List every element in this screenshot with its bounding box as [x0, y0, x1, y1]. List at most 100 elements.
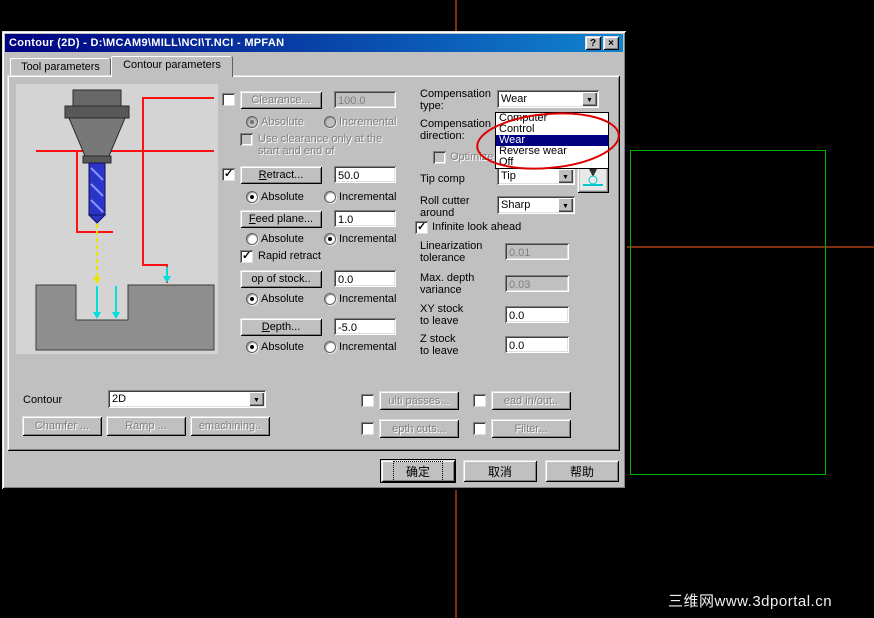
retract-button[interactable]: Retract... [240, 166, 322, 184]
linearization-label-1: Linearization [420, 241, 482, 252]
contour-parameters-dialog: Contour (2D) - D:\MCAM9\MILL\NCI\T.NCI -… [2, 31, 626, 489]
max-depth-label-2: variance [420, 285, 462, 296]
depth-absolute-label: Absolute [261, 342, 304, 353]
rapid-retract-label: Rapid retract [258, 251, 321, 262]
watermark: 三维网www.3dportal.cn [668, 590, 832, 611]
depth-incremental-label: Incremental [339, 342, 396, 353]
top-of-stock-absolute-label: Absolute [261, 294, 304, 305]
roll-cutter-label-1: Roll cutter [420, 196, 470, 207]
lead-in-out-checkbox[interactable] [473, 394, 486, 407]
optimize-checkbox [433, 151, 446, 164]
tip-comp-dropdown[interactable]: Tip [497, 167, 575, 185]
lead-in-out-button: ead in/out.. [491, 391, 571, 410]
infinite-look-ahead-checkbox[interactable] [415, 221, 428, 234]
roll-cutter-label-2: around [420, 208, 454, 219]
comp-type-value: Wear [501, 93, 527, 105]
filter-checkbox[interactable] [473, 422, 486, 435]
top-of-stock-incremental-radio[interactable] [324, 293, 336, 305]
comp-direction-label-2: direction: [420, 131, 465, 142]
cad-viewport: 三维网www.3dportal.cn Contour (2D) - D:\MCA… [0, 0, 874, 618]
clearance-checkbox[interactable] [222, 93, 235, 106]
use-clearance-label-2: start and end of [258, 146, 334, 157]
help-button-bottom[interactable]: 帮助 [545, 460, 619, 482]
comp-type-arrow-button[interactable] [582, 92, 597, 106]
use-clearance-checkbox [240, 133, 253, 146]
feed-plane-field[interactable] [334, 210, 396, 227]
linearization-label-2: tolerance [420, 253, 465, 264]
feed-plane-incremental-radio[interactable] [324, 233, 336, 245]
top-of-stock-incremental-label: Incremental [339, 294, 396, 305]
depth-field[interactable] [334, 318, 396, 335]
xy-stock-field[interactable] [505, 306, 569, 323]
remachining-button: emachining.. [190, 416, 270, 436]
chevron-down-icon [586, 93, 593, 105]
clearance-incremental-label: Incremental [339, 117, 396, 128]
chevron-down-icon [253, 393, 260, 405]
retract-incremental-label: Incremental [339, 192, 396, 203]
ok-button[interactable]: 确定 [381, 460, 455, 482]
optimize-label: Optimize [450, 152, 493, 163]
comp-type-dropdown[interactable]: Wear [497, 90, 599, 108]
geometry-rectangle [630, 150, 826, 475]
z-stock-field[interactable] [505, 336, 569, 353]
tip-comp-label: Tip comp [420, 174, 465, 185]
rapid-retract-checkbox[interactable] [240, 250, 253, 263]
z-stock-label-1: Z stock [420, 334, 455, 345]
contour-type-dropdown[interactable]: 2D [108, 390, 266, 408]
clearance-button: Clearance... [240, 91, 322, 109]
toolpath-preview [16, 84, 218, 354]
retract-checkbox[interactable] [222, 168, 235, 181]
roll-cutter-dropdown[interactable]: Sharp [497, 196, 575, 214]
max-depth-field [505, 275, 569, 292]
clearance-field [334, 91, 396, 108]
retract-incremental-radio[interactable] [324, 191, 336, 203]
contour-label: Contour [23, 395, 62, 406]
comp-type-label-1: Compensation [420, 89, 491, 100]
chevron-down-icon [562, 170, 569, 182]
comp-type-dropdown-list: Computer Control Wear Reverse wear Off [495, 112, 609, 169]
top-of-stock-field[interactable] [334, 270, 396, 287]
chevron-down-icon [562, 199, 569, 211]
feed-plane-absolute-radio[interactable] [246, 233, 258, 245]
chamfer-button: Chamfer ... [22, 416, 102, 436]
retract-field[interactable] [334, 166, 396, 183]
comp-direction-label-1: Compensation [420, 119, 491, 130]
ramp-button: Ramp ... [106, 416, 186, 436]
feed-plane-incremental-label: Incremental [339, 234, 396, 245]
filter-button: Filter... [491, 419, 571, 438]
depth-cuts-button: epth cuts... [379, 419, 459, 438]
depth-absolute-radio[interactable] [246, 341, 258, 353]
clearance-absolute-radio [246, 116, 258, 128]
tip-comp-value: Tip [501, 170, 516, 182]
max-depth-label-1: Max. depth [420, 273, 474, 284]
dropdown-option-off[interactable]: Off [496, 157, 608, 168]
top-of-stock-button[interactable]: op of stock.. [240, 270, 322, 288]
retract-absolute-radio[interactable] [246, 191, 258, 203]
tool [89, 163, 105, 223]
feed-plane-absolute-label: Absolute [261, 234, 304, 245]
feed-plane-button[interactable]: Feed plane... [240, 210, 322, 228]
tip-comp-arrow-button[interactable] [558, 169, 573, 183]
crosshair-vertical-bottom [455, 490, 457, 618]
linearization-field [505, 243, 569, 260]
use-clearance-label-1: Use clearance only at the [258, 134, 382, 145]
clearance-incremental-radio [324, 116, 336, 128]
crosshair-vertical-top [455, 0, 457, 31]
roll-cutter-value: Sharp [501, 199, 530, 211]
xy-stock-label-1: XY stock [420, 304, 463, 315]
contour-type-value: 2D [112, 393, 126, 405]
multi-passes-checkbox[interactable] [361, 394, 374, 407]
top-of-stock-absolute-radio[interactable] [246, 293, 258, 305]
multi-passes-button: ulti passes... [379, 391, 459, 410]
depth-button[interactable]: Depth... [240, 318, 322, 336]
z-stock-label-2: to leave [420, 346, 459, 357]
depth-cuts-checkbox[interactable] [361, 422, 374, 435]
comp-type-label-2: type: [420, 101, 444, 112]
roll-cutter-arrow-button[interactable] [558, 198, 573, 212]
panel-content: Clearance... Absolute Incremental Use cl… [2, 31, 626, 489]
depth-incremental-radio[interactable] [324, 341, 336, 353]
cancel-button[interactable]: 取消 [463, 460, 537, 482]
clearance-absolute-label: Absolute [261, 117, 304, 128]
contour-type-arrow-button[interactable] [249, 392, 264, 406]
xy-stock-label-2: to leave [420, 316, 459, 327]
